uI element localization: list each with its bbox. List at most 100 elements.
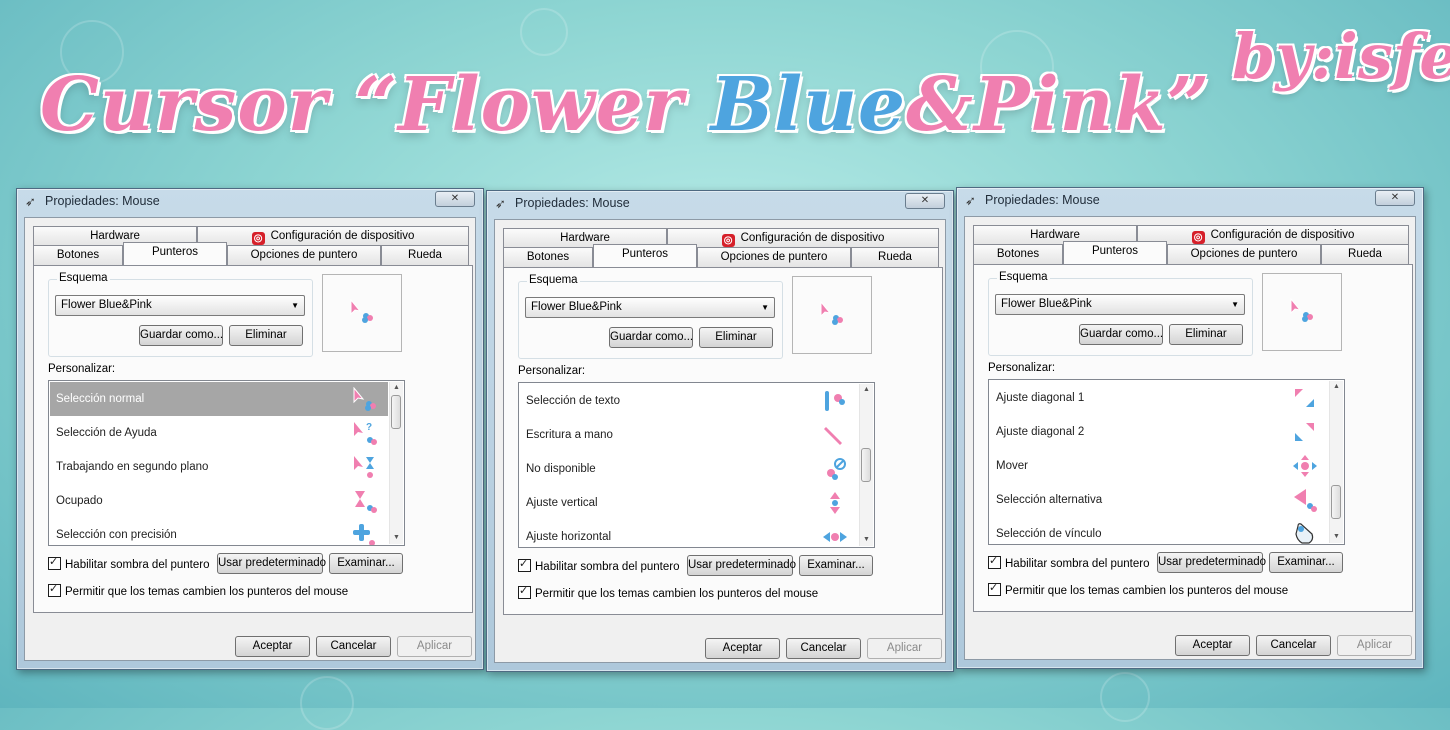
scheme-group: Esquema Flower Blue&Pink ▼ Guardar como..… xyxy=(518,274,783,359)
dialog-client: Hardware ◎ Configuración de dispositivo B… xyxy=(494,219,946,663)
scrollbar[interactable]: ▲ ▼ xyxy=(1329,381,1343,543)
pointer-list[interactable]: Ajuste diagonal 1 Ajuste diagonal 2 Move… xyxy=(988,379,1345,545)
themes-checkbox[interactable]: Permitir que los temas cambien los punte… xyxy=(988,581,1288,597)
pointer-list-item[interactable]: Ajuste horizontal xyxy=(520,520,858,547)
scroll-thumb[interactable] xyxy=(861,448,871,482)
ok-button[interactable]: Aceptar xyxy=(1175,635,1250,656)
tab-punteros[interactable]: Punteros xyxy=(123,242,227,265)
tab-punteros[interactable]: Punteros xyxy=(593,244,697,267)
use-default-button[interactable]: Usar predeterminado xyxy=(217,553,326,574)
scheme-group: Esquema Flower Blue&Pink ▼ Guardar como..… xyxy=(988,271,1253,356)
pointer-list-item[interactable]: Escritura a mano xyxy=(520,418,858,452)
pointer-list-item[interactable]: Ajuste diagonal 2 xyxy=(990,415,1328,449)
scroll-down-icon[interactable]: ▼ xyxy=(860,534,873,546)
scroll-down-icon[interactable]: ▼ xyxy=(390,532,403,544)
use-default-button[interactable]: Usar predeterminado xyxy=(1157,552,1266,573)
scrollbar[interactable]: ▲ ▼ xyxy=(859,384,873,546)
save-as-button[interactable]: Guardar como... xyxy=(139,325,223,346)
delete-button[interactable]: Eliminar xyxy=(229,325,303,346)
pointer-label: Ajuste horizontal xyxy=(526,531,612,543)
pointer-list-item[interactable]: Selección de texto xyxy=(520,384,858,418)
background-doodle xyxy=(520,8,568,56)
scroll-down-icon[interactable]: ▼ xyxy=(1330,531,1343,543)
pointer-list-item[interactable]: Trabajando en segundo plano xyxy=(50,450,388,484)
browse-button[interactable]: Examinar... xyxy=(799,555,873,576)
shadow-checkbox[interactable]: Habilitar sombra del puntero xyxy=(518,557,679,573)
delete-button[interactable]: Eliminar xyxy=(699,327,773,348)
themes-checkbox[interactable]: Permitir que los temas cambien los punte… xyxy=(48,582,348,598)
title-bar[interactable]: ➶ Propiedades: Mouse ✕ xyxy=(17,189,483,213)
scheme-dropdown[interactable]: Flower Blue&Pink ▼ xyxy=(525,297,775,318)
shadow-checkbox[interactable]: Habilitar sombra del puntero xyxy=(988,554,1149,570)
tab-rueda[interactable]: Rueda xyxy=(381,245,469,265)
arrow-icon xyxy=(349,299,375,323)
pointer-list-item[interactable]: Ajuste diagonal 1 xyxy=(990,381,1328,415)
themes-checkbox[interactable]: Permitir que los temas cambien los punte… xyxy=(518,584,818,600)
cursor-preview xyxy=(322,274,402,352)
chevron-down-icon: ▼ xyxy=(291,301,299,310)
cursor-preview xyxy=(1262,273,1342,351)
chevron-down-icon: ▼ xyxy=(1231,300,1239,309)
cancel-button[interactable]: Cancelar xyxy=(1256,635,1331,656)
close-button[interactable]: ✕ xyxy=(905,193,945,209)
window-title: Propiedades: Mouse xyxy=(45,194,160,208)
hand-link-icon xyxy=(1292,522,1318,544)
apply-button[interactable]: Aplicar xyxy=(397,636,472,657)
delete-button[interactable]: Eliminar xyxy=(1169,324,1243,345)
tab-device-config[interactable]: ◎ Configuración de dispositivo xyxy=(197,226,469,246)
scroll-up-icon[interactable]: ▲ xyxy=(1330,381,1343,393)
scrollbar[interactable]: ▲ ▼ xyxy=(389,382,403,544)
text-beam-icon xyxy=(822,389,848,413)
pointer-list-item[interactable]: Ajuste vertical xyxy=(520,486,858,520)
scheme-dropdown[interactable]: Flower Blue&Pink ▼ xyxy=(995,294,1245,315)
tab-device-config[interactable]: ◎ Configuración de dispositivo xyxy=(1137,225,1409,245)
scroll-thumb[interactable] xyxy=(1331,485,1341,519)
tab-device-config[interactable]: ◎ Configuración de dispositivo xyxy=(667,228,939,248)
scroll-up-icon[interactable]: ▲ xyxy=(390,382,403,394)
ok-button[interactable]: Aceptar xyxy=(235,636,310,657)
browse-button[interactable]: Examinar... xyxy=(1269,552,1343,573)
scroll-thumb[interactable] xyxy=(391,395,401,429)
tab-botones[interactable]: Botones xyxy=(973,244,1063,264)
apply-button[interactable]: Aplicar xyxy=(1337,635,1412,656)
apply-button[interactable]: Aplicar xyxy=(867,638,942,659)
title-bar[interactable]: ➶ Propiedades: Mouse ✕ xyxy=(957,188,1423,212)
tab-rueda[interactable]: Rueda xyxy=(851,247,939,267)
author-signature: by:isfe xyxy=(1232,20,1450,93)
tab-botones[interactable]: Botones xyxy=(503,247,593,267)
alternate-icon xyxy=(1292,488,1318,512)
tab-punteros[interactable]: Punteros xyxy=(1063,241,1167,264)
pointer-list-item[interactable]: Selección de Ayuda ? xyxy=(50,416,388,450)
scroll-up-icon[interactable]: ▲ xyxy=(860,384,873,396)
ok-button[interactable]: Aceptar xyxy=(705,638,780,659)
pointer-list-item[interactable]: Selección alternativa xyxy=(990,483,1328,517)
pointer-label: Ajuste diagonal 1 xyxy=(996,392,1085,404)
tab-opciones-de-puntero[interactable]: Opciones de puntero xyxy=(1167,244,1321,264)
tab-rueda[interactable]: Rueda xyxy=(1321,244,1409,264)
pointer-list-item[interactable]: Selección de vínculo xyxy=(990,517,1328,544)
close-button[interactable]: ✕ xyxy=(1375,190,1415,206)
shadow-checkbox[interactable]: Habilitar sombra del puntero xyxy=(48,555,209,571)
tab-opciones-de-puntero[interactable]: Opciones de puntero xyxy=(697,247,851,267)
close-button[interactable]: ✕ xyxy=(435,191,475,207)
tab-opciones-de-puntero[interactable]: Opciones de puntero xyxy=(227,245,381,265)
move-icon xyxy=(1292,454,1318,478)
pointer-list-item[interactable]: Selección normal xyxy=(50,382,388,416)
pointer-list[interactable]: Selección de texto Escritura a mano No d… xyxy=(518,382,875,548)
scheme-dropdown[interactable]: Flower Blue&Pink ▼ xyxy=(55,295,305,316)
browse-button[interactable]: Examinar... xyxy=(329,553,403,574)
title-bar[interactable]: ➶ Propiedades: Mouse ✕ xyxy=(487,191,953,215)
save-as-button[interactable]: Guardar como... xyxy=(1079,324,1163,345)
save-as-button[interactable]: Guardar como... xyxy=(609,327,693,348)
cancel-button[interactable]: Cancelar xyxy=(316,636,391,657)
pointer-list[interactable]: Selección normal Selección de Ayuda ? Tr… xyxy=(48,380,405,546)
pointer-list-item[interactable]: Selección con precisión xyxy=(50,518,388,545)
cancel-button[interactable]: Cancelar xyxy=(786,638,861,659)
use-default-button[interactable]: Usar predeterminado xyxy=(687,555,796,576)
tab-botones[interactable]: Botones xyxy=(33,245,123,265)
pointer-label: Selección normal xyxy=(56,393,145,405)
pointer-list-item[interactable]: Mover xyxy=(990,449,1328,483)
pointer-list-item[interactable]: Ocupado xyxy=(50,484,388,518)
pointer-list-item[interactable]: No disponible xyxy=(520,452,858,486)
arrow-icon xyxy=(1289,298,1315,322)
